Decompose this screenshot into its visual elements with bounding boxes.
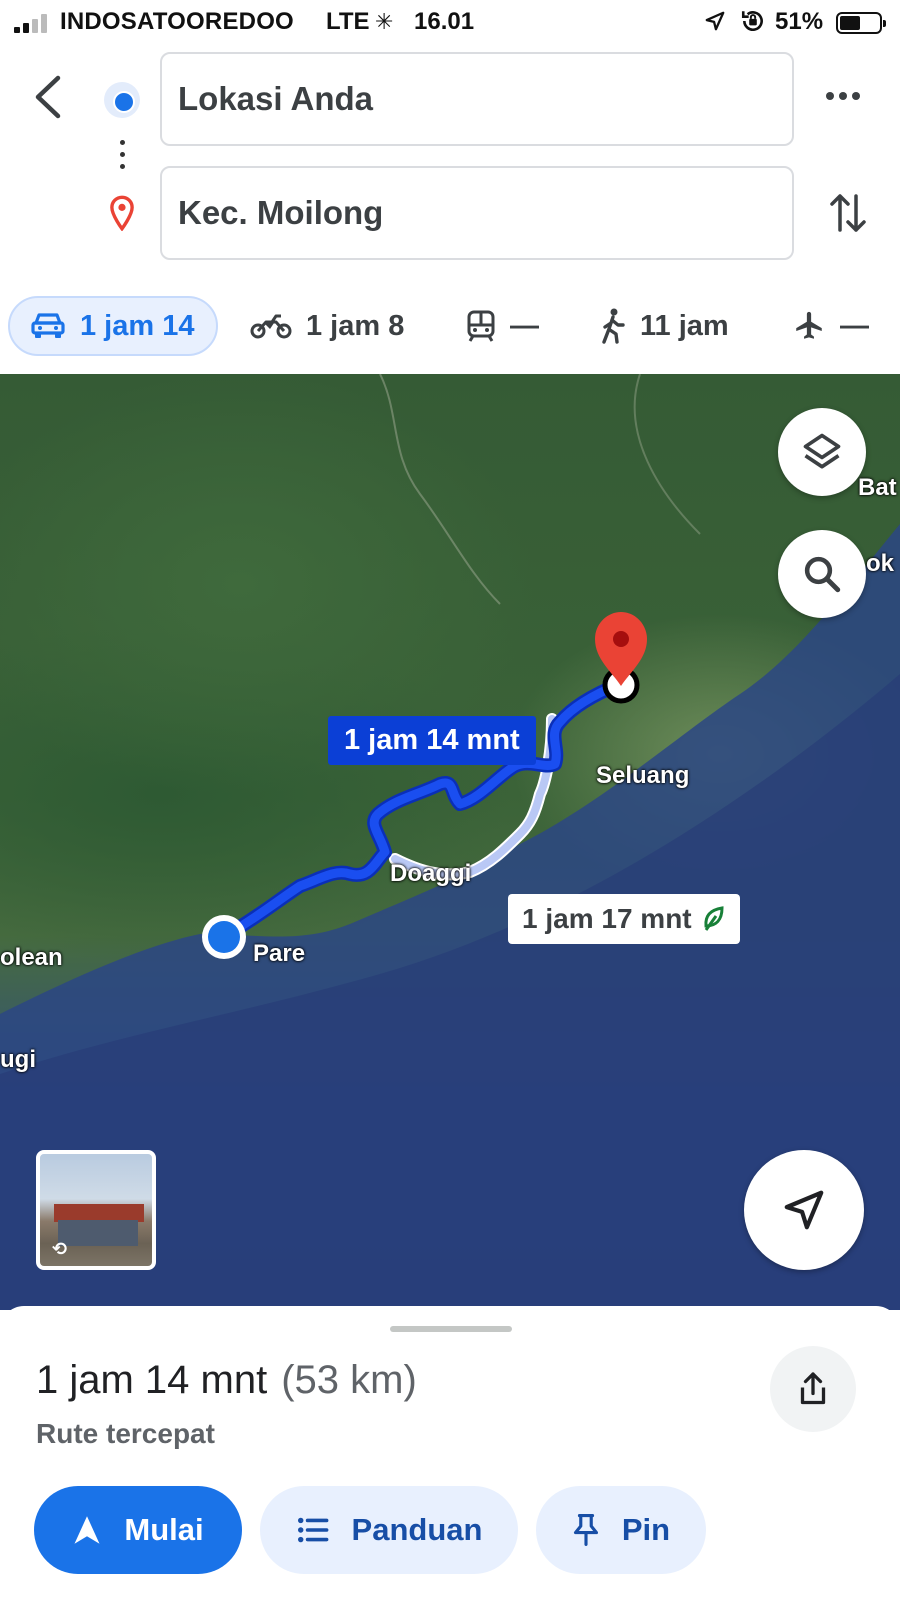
status-bar: INDOSATOOREDOO LTE ✳ 16.01 51% bbox=[0, 0, 900, 46]
share-button[interactable] bbox=[770, 1346, 856, 1432]
layers-icon bbox=[803, 433, 841, 469]
mode-walk[interactable]: 11 jam bbox=[600, 296, 729, 356]
origin-field-text: Lokasi Anda bbox=[178, 80, 373, 117]
guide-button[interactable]: Panduan bbox=[260, 1486, 518, 1574]
rotation-lock-icon bbox=[741, 11, 763, 32]
start-button-label: Mulai bbox=[124, 1512, 204, 1547]
mode-transit-label: — bbox=[510, 309, 539, 342]
pin-icon bbox=[573, 1514, 598, 1546]
route-connector-dots bbox=[120, 140, 125, 170]
navigation-arrow-icon bbox=[784, 1190, 824, 1230]
loading-spinner-icon: ✳ bbox=[375, 9, 394, 34]
origin-field[interactable]: Lokasi Anda bbox=[160, 52, 794, 146]
street-view-rotate-icon: ⟲ bbox=[52, 1239, 68, 1259]
place-label-ok: ok bbox=[866, 550, 895, 577]
motorcycle-icon bbox=[250, 314, 292, 339]
battery-icon bbox=[836, 12, 886, 34]
mode-transit[interactable]: — bbox=[466, 296, 539, 356]
more-options-button[interactable] bbox=[826, 92, 860, 100]
sheet-drag-handle[interactable] bbox=[390, 1326, 512, 1332]
origin-dot-icon bbox=[104, 82, 140, 118]
pin-button-label: Pin bbox=[621, 1512, 671, 1547]
share-icon bbox=[800, 1372, 826, 1405]
route-distance: (53 km) bbox=[281, 1358, 417, 1402]
street-view-thumbnail[interactable]: ⟲ bbox=[36, 1150, 156, 1270]
start-button[interactable]: Mulai bbox=[34, 1486, 242, 1574]
network-type: LTE bbox=[326, 8, 370, 35]
map-view[interactable]: Seluang Doaggi Pare olean ugi Bat ok 1 j… bbox=[0, 374, 900, 1310]
mode-walk-label: 11 jam bbox=[640, 309, 729, 342]
chevron-left-icon bbox=[35, 75, 61, 119]
destination-field[interactable]: Kec. Moilong bbox=[160, 166, 794, 260]
status-time: 16.01 bbox=[414, 8, 475, 35]
car-icon bbox=[31, 313, 65, 338]
list-icon bbox=[297, 1517, 328, 1543]
destination-pin-icon bbox=[110, 195, 134, 231]
place-label-bat: Bat bbox=[858, 474, 897, 501]
mode-motorcycle[interactable]: 1 jam 8 bbox=[250, 296, 404, 356]
place-label-ugi: ugi bbox=[0, 1046, 36, 1073]
mode-car-label: 1 jam 14 bbox=[80, 309, 195, 342]
location-services-icon bbox=[705, 11, 725, 31]
map-layers-button[interactable] bbox=[778, 408, 866, 496]
pin-button[interactable]: Pin bbox=[536, 1486, 706, 1574]
route-summary-sheet: 1 jam 14 mnt (53 km) Rute tercepat Mulai … bbox=[0, 1306, 900, 1600]
route-duration: 1 jam 14 mnt bbox=[36, 1358, 268, 1402]
route-primary-duration: 1 jam 14 mnt bbox=[344, 724, 520, 756]
guide-button-label: Panduan bbox=[351, 1512, 483, 1547]
battery-percent: 51% bbox=[775, 8, 824, 35]
mode-flight-label: — bbox=[840, 309, 869, 342]
signal-strength-icon bbox=[14, 13, 47, 33]
place-label-seluang: Seluang bbox=[596, 762, 690, 789]
mode-car[interactable]: 1 jam 14 bbox=[8, 296, 218, 356]
place-label-pare: Pare bbox=[253, 940, 306, 967]
map-search-button[interactable] bbox=[778, 530, 866, 618]
travel-mode-bar: 1 jam 14 1 jam 8 — 11 jam — bbox=[0, 294, 900, 358]
walk-icon bbox=[602, 308, 625, 344]
mode-flight[interactable]: — bbox=[792, 296, 869, 356]
airplane-icon bbox=[796, 311, 822, 339]
route-alt-duration: 1 jam 17 mnt bbox=[522, 903, 692, 934]
route-primary-label[interactable]: 1 jam 14 mnt bbox=[328, 716, 536, 765]
route-subtitle: Rute tercepat bbox=[36, 1418, 215, 1449]
destination-field-text: Kec. Moilong bbox=[178, 194, 384, 231]
back-button[interactable] bbox=[30, 72, 70, 122]
place-label-olean: olean bbox=[0, 944, 63, 971]
place-label-doaggi: Doaggi bbox=[390, 860, 472, 887]
my-location-button[interactable] bbox=[744, 1150, 864, 1270]
train-icon bbox=[467, 310, 495, 342]
search-icon bbox=[804, 556, 841, 593]
swap-directions-icon[interactable] bbox=[828, 190, 868, 236]
route-summary: 1 jam 14 mnt (53 km) bbox=[36, 1358, 417, 1403]
route-alt-label[interactable]: 1 jam 17 mnt bbox=[508, 894, 740, 944]
navigation-start-icon bbox=[74, 1516, 100, 1544]
eco-leaf-icon bbox=[704, 906, 724, 931]
mode-motorcycle-label: 1 jam 8 bbox=[306, 309, 405, 342]
carrier-name: INDOSATOOREDOO bbox=[60, 8, 294, 35]
